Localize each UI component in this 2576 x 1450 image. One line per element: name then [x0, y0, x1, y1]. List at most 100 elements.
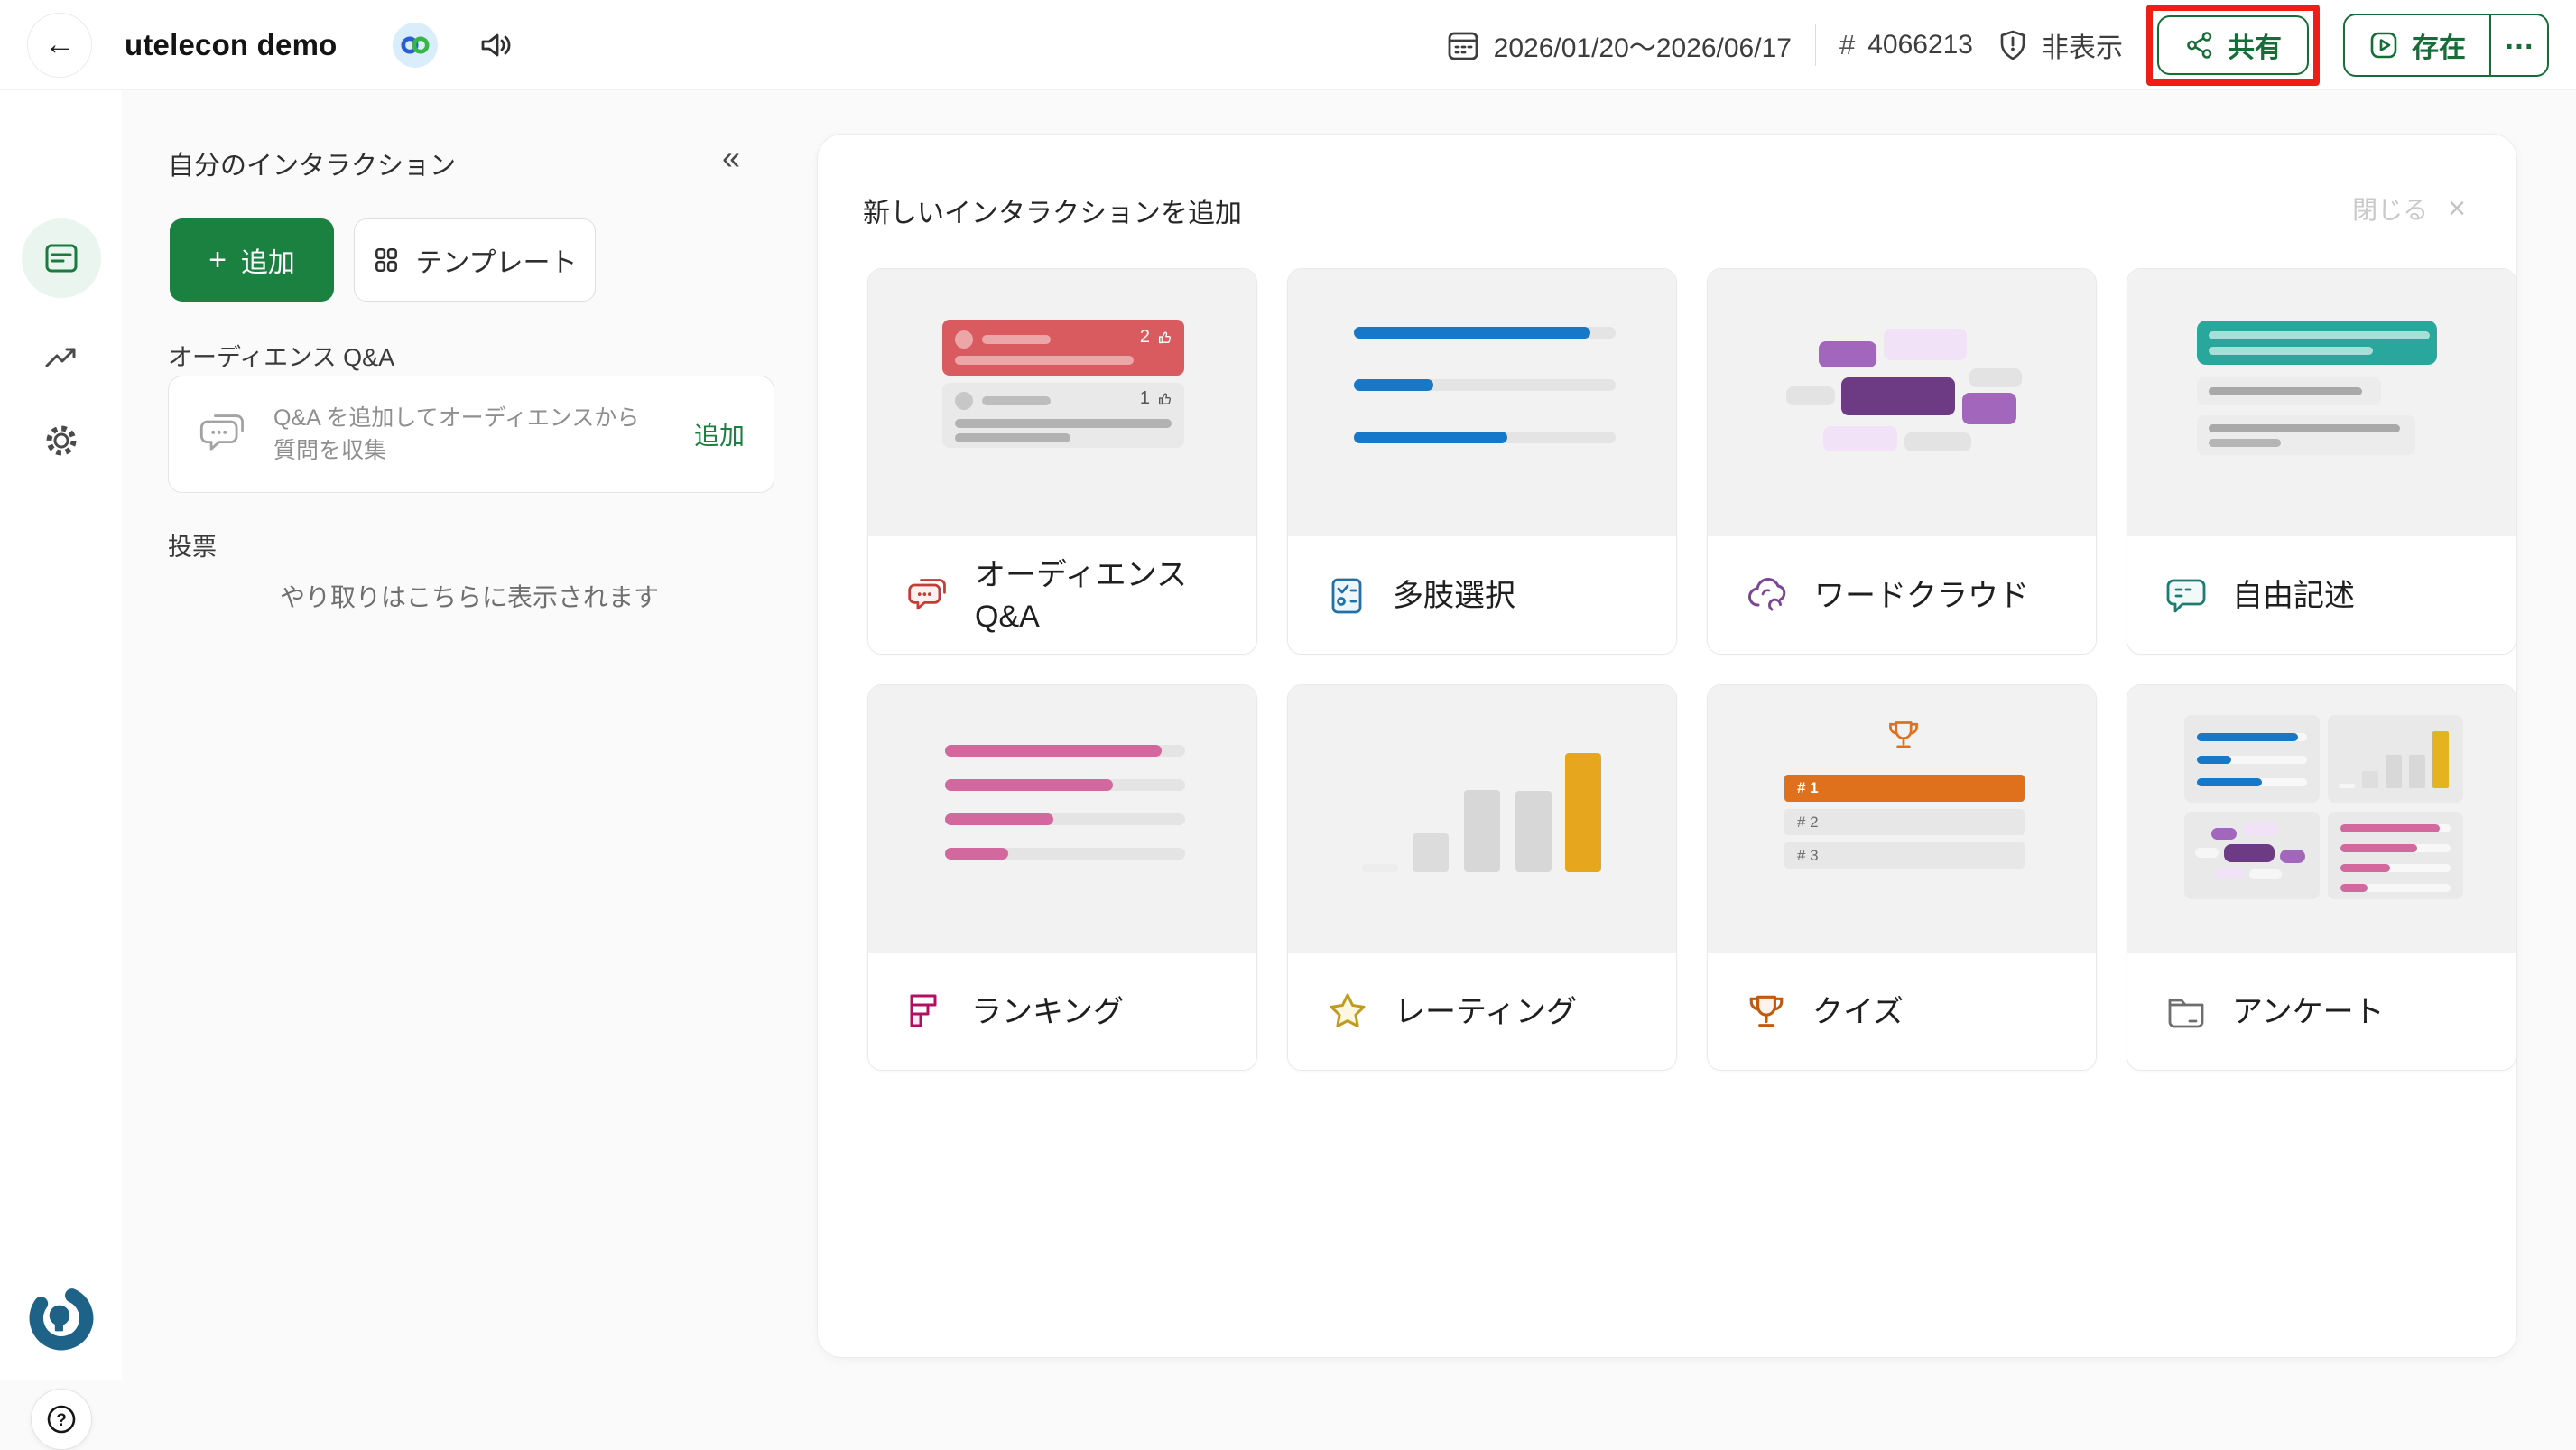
topbar-divider: [1815, 24, 1816, 66]
present-button[interactable]: 存在: [2345, 15, 2491, 75]
date-range-text: 2026/01/20～2026/06/17: [1494, 25, 1792, 65]
trophy-icon: [1746, 991, 1787, 1033]
panel-title: 自分のインタラクション: [168, 144, 456, 182]
quiz-rank-2: # 2: [1797, 813, 1819, 832]
card-word-cloud[interactable]: ワードクラウド: [1707, 268, 2097, 655]
word-cloud-label-row: ワードクラウド: [1708, 536, 2097, 655]
event-code-value: 4066213: [1867, 30, 1973, 60]
qa-hint-line2: 質問を収集: [273, 434, 669, 467]
speaker-icon[interactable]: [477, 26, 515, 64]
qa-section-heading: オーディエンス Q&A: [168, 338, 394, 373]
folder-icon: [2165, 993, 2207, 1031]
card-label: 自由記述: [2232, 575, 2479, 617]
rail-item-analytics[interactable]: [22, 330, 101, 388]
rail-item-settings[interactable]: [22, 412, 101, 469]
picker-close[interactable]: 閉じる ×: [2352, 191, 2466, 227]
picker-title: 新しいインタラクションを追加: [863, 191, 1242, 230]
help-button[interactable]: ?: [31, 1389, 92, 1450]
card-ranking[interactable]: ランキング: [867, 684, 1257, 1071]
share-icon: [2184, 30, 2215, 60]
interaction-picker: 新しいインタラクションを追加 閉じる × 2: [817, 134, 2517, 1358]
polls-section-heading: 投票: [168, 527, 217, 562]
quiz-preview: # 1 # 2 # 3: [1708, 685, 2097, 953]
ranking-label-row: ランキング: [868, 953, 1257, 1071]
star-icon: [1326, 990, 1369, 1034]
cloud-icon: [1746, 576, 1789, 616]
share-label: 共有: [2228, 25, 2282, 65]
collapse-panel-button[interactable]: «: [722, 139, 740, 177]
event-code: # 4066213: [1839, 29, 1973, 61]
qa-add-link[interactable]: 追加: [694, 416, 745, 452]
present-label: 存在: [2412, 25, 2466, 65]
card-label: 多肢選択: [1393, 575, 1640, 617]
more-options-button[interactable]: …: [2491, 15, 2547, 75]
card-open-ended[interactable]: 自由記述: [2127, 268, 2516, 655]
card-quiz[interactable]: # 1 # 2 # 3 クイズ: [1707, 684, 2097, 1071]
hash-icon: #: [1839, 29, 1855, 61]
survey-mini-wordcloud: [2184, 812, 2320, 899]
card-label: クイズ: [1812, 991, 2060, 1033]
back-button[interactable]: ←: [27, 13, 92, 78]
webex-logo-icon: [393, 23, 438, 68]
ranking-preview: [868, 685, 1257, 953]
card-label: レーティング: [1395, 991, 1640, 1033]
interaction-grid: 2 1: [867, 268, 2516, 1071]
card-label: ランキング: [971, 991, 1220, 1033]
add-interaction-button[interactable]: + 追加: [170, 218, 334, 302]
card-multiple-choice[interactable]: 多肢選択: [1287, 268, 1677, 655]
card-label: アンケート: [2232, 991, 2479, 1033]
calendar-icon: [1445, 27, 1481, 63]
play-icon: [2368, 30, 2399, 60]
plus-icon: +: [208, 243, 227, 278]
rail-item-interactions[interactable]: [22, 218, 101, 298]
multiple-choice-label-row: 多肢選択: [1288, 536, 1677, 655]
ellipsis-icon: …: [2504, 22, 2534, 57]
quiz-rank-3: # 3: [1797, 847, 1819, 865]
page-title: utelecon demo: [125, 28, 337, 62]
qa-hint-text: Q&A を追加してオーディエンスから 質問を収集: [273, 402, 669, 467]
word-cloud-preview: [1708, 269, 2097, 536]
qa-add-card[interactable]: Q&A を追加してオーディエンスから 質問を収集 追加: [168, 376, 774, 493]
topbar-right: 2026/01/20～2026/06/17 # 4066213 非表示: [1445, 5, 2549, 86]
add-button-label: 追加: [241, 240, 295, 280]
qa-red-chat-icon: [906, 575, 950, 617]
close-label[interactable]: 閉じる: [2352, 191, 2428, 227]
card-rating[interactable]: レーティング: [1287, 684, 1677, 1071]
qa-likes-bottom: 1: [1140, 388, 1150, 409]
open-ended-label-row: 自由記述: [2127, 536, 2516, 655]
gear-icon: [42, 422, 80, 460]
multiple-choice-preview: [1288, 269, 1677, 536]
template-button[interactable]: テンプレート: [354, 218, 596, 302]
visibility-label: 非表示: [2042, 25, 2123, 65]
present-split-button: 存在 …: [2343, 14, 2549, 77]
card-survey[interactable]: アンケート: [2127, 684, 2516, 1071]
card-label: オーディエンス Q&A: [975, 554, 1220, 637]
card-label: ワードクラウド: [1814, 575, 2060, 617]
template-grid-icon: [372, 246, 401, 274]
trend-up-icon: [42, 340, 80, 378]
share-button[interactable]: 共有: [2157, 15, 2309, 75]
survey-mini-ranking: [2328, 812, 2463, 899]
svg-text:?: ?: [56, 1411, 67, 1430]
quiz-rank-1: # 1: [1797, 779, 1819, 797]
qa-hint-line1: Q&A を追加してオーディエンスから: [273, 402, 669, 434]
survey-mini-rating: [2328, 715, 2463, 803]
survey-label-row: アンケート: [2127, 953, 2516, 1071]
card-audience-qa[interactable]: 2 1: [867, 268, 1257, 655]
template-button-label: テンプレート: [415, 240, 577, 280]
date-range: 2026/01/20～2026/06/17: [1445, 25, 1792, 65]
qa-card-label-row: オーディエンス Q&A: [868, 536, 1257, 655]
chat-bubbles-icon: [198, 411, 248, 458]
open-ended-preview: [2127, 269, 2516, 536]
survey-preview: [2127, 685, 2516, 953]
question-icon: ?: [41, 1399, 82, 1440]
shield-alert-icon: [1997, 29, 2029, 61]
comment-icon: [2165, 575, 2207, 617]
visibility-status[interactable]: 非表示: [1997, 25, 2123, 65]
qa-likes-top: 2: [1140, 327, 1150, 348]
rating-label-row: レーティング: [1288, 953, 1677, 1071]
close-icon[interactable]: ×: [2448, 195, 2466, 222]
checklist-icon: [1326, 575, 1367, 617]
rating-preview: [1288, 685, 1677, 953]
survey-mini-choice: [2184, 715, 2320, 803]
